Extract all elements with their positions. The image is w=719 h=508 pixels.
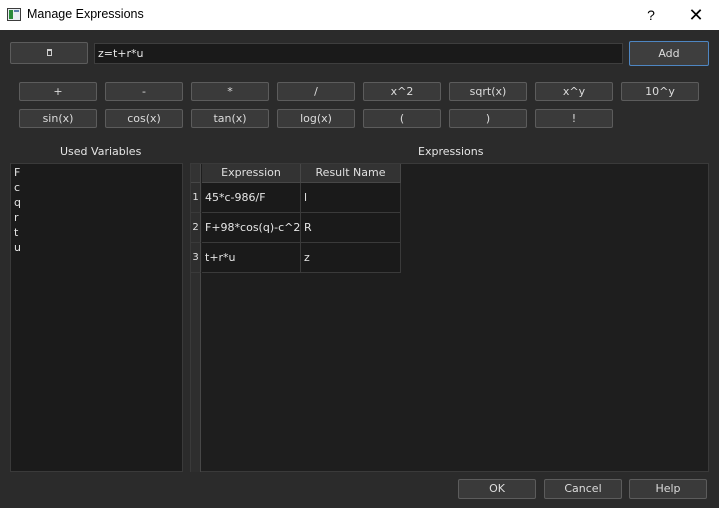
- row-header[interactable]: 1: [191, 183, 201, 213]
- op-cos-button[interactable]: cos(x): [105, 109, 183, 128]
- row-header-gutter: [191, 273, 201, 472]
- list-item[interactable]: F: [14, 166, 20, 179]
- row-header[interactable]: 3: [191, 243, 201, 273]
- result-name-column-header[interactable]: Result Name: [301, 164, 401, 183]
- used-variables-label: Used Variables: [60, 145, 142, 158]
- op-close-paren-button[interactable]: ): [449, 109, 527, 128]
- list-item[interactable]: c: [14, 181, 20, 194]
- op-tan-button[interactable]: tan(x): [191, 109, 269, 128]
- expression-input[interactable]: z=t+r*u: [94, 43, 623, 64]
- op-log-button[interactable]: log(x): [277, 109, 355, 128]
- title-bar: Manage Expressions ? ✕: [0, 0, 719, 30]
- op-divide-button[interactable]: /: [277, 82, 355, 101]
- add-button[interactable]: Add: [629, 41, 709, 66]
- op-pow10-button[interactable]: 10^y: [621, 82, 699, 101]
- op-power-button[interactable]: x^y: [535, 82, 613, 101]
- op-sqrt-button[interactable]: sqrt(x): [449, 82, 527, 101]
- list-item[interactable]: q: [14, 196, 21, 209]
- help-button[interactable]: Help: [629, 479, 707, 499]
- op-open-paren-button[interactable]: (: [363, 109, 441, 128]
- window-title: Manage Expressions: [27, 7, 144, 21]
- row-header[interactable]: 2: [191, 213, 201, 243]
- op-sin-button[interactable]: sin(x): [19, 109, 97, 128]
- ok-button[interactable]: OK: [458, 479, 536, 499]
- op-plus-button[interactable]: +: [19, 82, 97, 101]
- trash-icon: [46, 49, 52, 56]
- expressions-table[interactable]: Expression Result Name 1 45*c-986/F l 2 …: [190, 163, 709, 472]
- result-name-cell[interactable]: z: [301, 243, 401, 273]
- list-item[interactable]: u: [14, 241, 21, 254]
- list-item[interactable]: r: [14, 211, 19, 224]
- result-name-cell[interactable]: l: [301, 183, 401, 213]
- cancel-button[interactable]: Cancel: [544, 479, 622, 499]
- result-name-cell[interactable]: R: [301, 213, 401, 243]
- op-square-button[interactable]: x^2: [363, 82, 441, 101]
- expression-column-header[interactable]: Expression: [202, 164, 301, 183]
- op-minus-button[interactable]: -: [105, 82, 183, 101]
- close-icon[interactable]: ✕: [673, 0, 719, 30]
- list-item[interactable]: t: [14, 226, 18, 239]
- help-icon[interactable]: ?: [628, 0, 674, 30]
- expressions-label: Expressions: [418, 145, 484, 158]
- table-corner[interactable]: [191, 164, 201, 183]
- clear-button[interactable]: [10, 42, 88, 64]
- expression-cell[interactable]: F+98*cos(q)-c^2: [202, 213, 301, 243]
- op-multiply-button[interactable]: *: [191, 82, 269, 101]
- op-factorial-button[interactable]: !: [535, 109, 613, 128]
- used-variables-list[interactable]: F c q r t u: [10, 163, 183, 472]
- expression-cell[interactable]: t+r*u: [202, 243, 301, 273]
- app-icon: [7, 8, 21, 21]
- expression-cell[interactable]: 45*c-986/F: [202, 183, 301, 213]
